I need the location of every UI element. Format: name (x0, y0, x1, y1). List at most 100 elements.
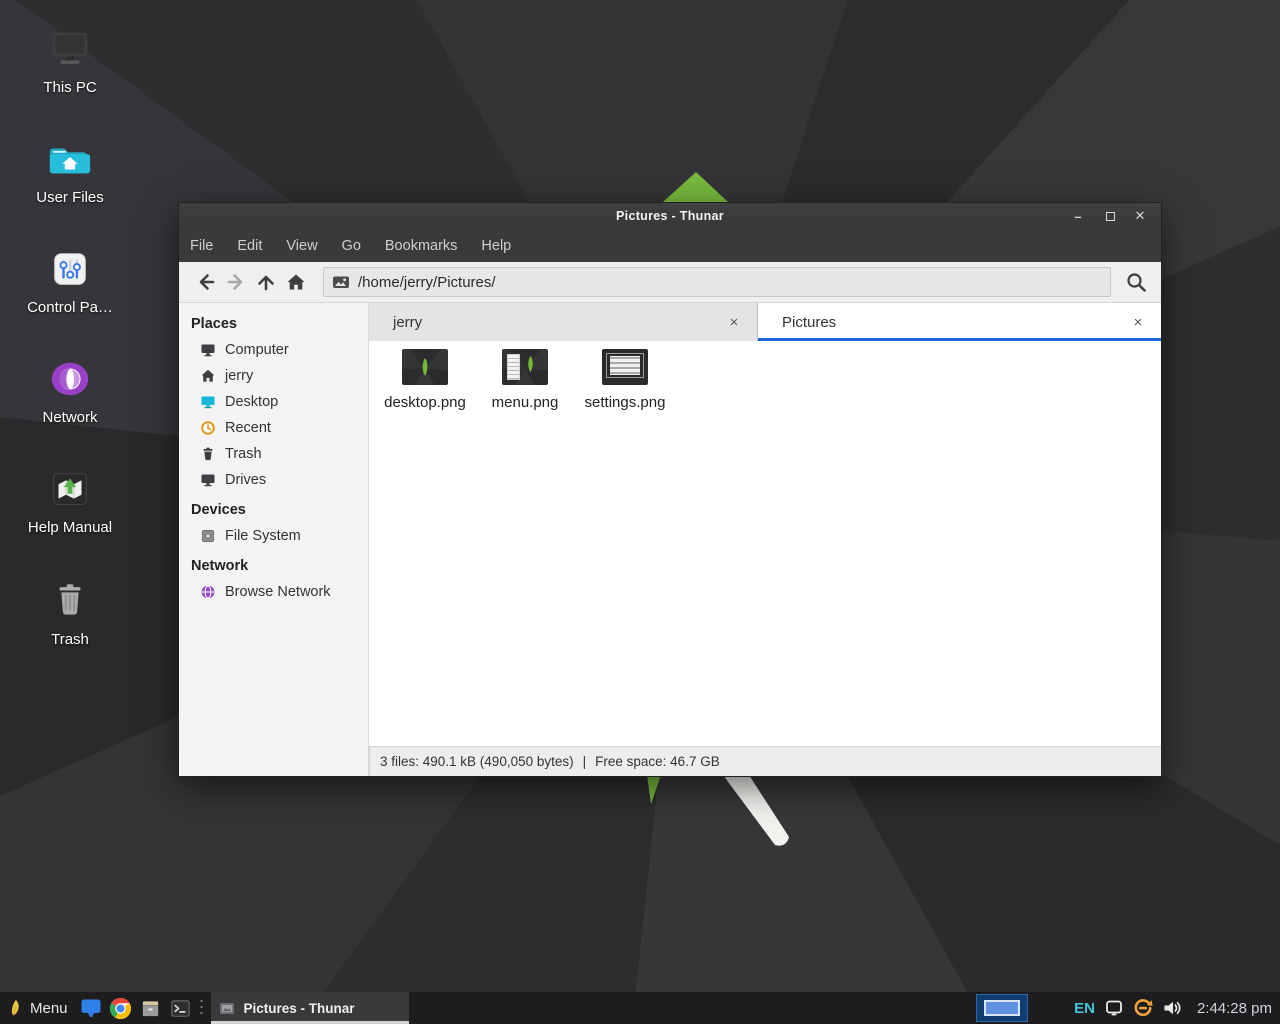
image-file-icon (332, 274, 350, 290)
image-thumbnail (402, 349, 448, 385)
search-icon (1124, 270, 1148, 294)
sidebar-item-jerry-home[interactable]: jerry (179, 363, 368, 389)
computer-icon (200, 342, 216, 358)
window-content: Places Computer jerry (179, 303, 1161, 776)
desktop-icon-trash[interactable]: Trash (0, 578, 140, 648)
trash-icon (200, 446, 216, 462)
trash-icon (47, 578, 93, 624)
status-separator: | (583, 754, 587, 769)
sidebar-item-trash[interactable]: Trash (179, 441, 368, 467)
desktop-icon-network[interactable]: Network (0, 356, 140, 426)
keyboard-layout-indicator[interactable]: EN (1074, 1000, 1095, 1017)
up-arrow-icon (255, 271, 277, 293)
thunar-window: Pictures - Thunar – ✕ File Edit View Go … (178, 202, 1162, 777)
sidebar-header-devices: Devices (179, 493, 368, 523)
settings-grid-art (606, 353, 644, 378)
taskbar-window-button[interactable]: Pictures - Thunar (211, 992, 409, 1024)
menu-view[interactable]: View (286, 238, 317, 254)
file-manager-launcher[interactable] (76, 992, 106, 1024)
file-item-settings-png[interactable]: settings.png (575, 349, 675, 411)
network-globe-icon (47, 356, 93, 402)
display-tray-icon[interactable] (1105, 999, 1124, 1017)
minimize-button[interactable]: – (1063, 203, 1093, 229)
active-workspace[interactable] (984, 1000, 1020, 1016)
desktop-icon-label: User Files (0, 189, 140, 206)
panel-separator-handle[interactable] (198, 998, 205, 1018)
sidebar-item-computer[interactable]: Computer (179, 337, 368, 363)
desktop-icon-this-pc[interactable]: This PC (0, 26, 140, 96)
clock[interactable]: 2:44:28 pm (1197, 1000, 1272, 1017)
menu-go[interactable]: Go (342, 238, 361, 254)
forward-arrow-icon (225, 271, 247, 293)
file-name: menu.png (475, 394, 575, 411)
path-bar[interactable]: /home/jerry/Pictures/ (323, 267, 1111, 297)
maximize-icon (1106, 212, 1115, 221)
file-item-menu-png[interactable]: menu.png (475, 349, 575, 411)
menu-edit[interactable]: Edit (237, 238, 262, 254)
search-button[interactable] (1121, 267, 1151, 297)
sidebar-item-label: Computer (225, 342, 289, 358)
sidebar-item-browse-network[interactable]: Browse Network (179, 579, 368, 605)
back-button[interactable] (191, 267, 221, 297)
menu-bookmarks[interactable]: Bookmarks (385, 238, 458, 254)
sidebar-header-network: Network (179, 549, 368, 579)
desktop-icon-label: Trash (0, 631, 140, 648)
sidebar-item-recent[interactable]: Recent (179, 415, 368, 441)
applications-menu-button[interactable]: Menu (0, 992, 76, 1024)
menubar: File Edit View Go Bookmarks Help (179, 229, 1161, 262)
display-icon (1105, 999, 1124, 1017)
menu-feather-icon (7, 998, 23, 1018)
menu-panel-art (507, 354, 520, 380)
desktop-icon-label: Help Manual (0, 519, 140, 536)
desktop-icon-control-panel[interactable]: Control Pa… (0, 246, 140, 316)
blue-files-icon (79, 997, 103, 1019)
help-manual-icon (47, 466, 93, 512)
file-view[interactable]: desktop.png menu.png settings.png (369, 341, 1161, 746)
desktop-icon-help-manual[interactable]: Help Manual (0, 466, 140, 536)
chrome-launcher[interactable] (106, 992, 136, 1024)
main-pane: jerry × Pictures × desktop.png (369, 303, 1161, 776)
tab-bar: jerry × Pictures × (369, 303, 1161, 341)
tab-jerry[interactable]: jerry × (369, 303, 758, 341)
system-tray: EN 2:44:28 pm (976, 994, 1280, 1022)
sidebar-item-desktop[interactable]: Desktop (179, 389, 368, 415)
window-titlebar[interactable]: Pictures - Thunar – ✕ (179, 203, 1161, 229)
close-button[interactable]: ✕ (1125, 203, 1155, 229)
sidebar-item-file-system[interactable]: File System (179, 523, 368, 549)
file-item-desktop-png[interactable]: desktop.png (375, 349, 475, 411)
file-name: desktop.png (375, 394, 475, 411)
desktop-icon (200, 394, 216, 410)
sidebar-item-label: Browse Network (225, 584, 331, 600)
file-name: settings.png (575, 394, 675, 411)
volume-icon[interactable] (1162, 998, 1183, 1018)
back-arrow-icon (195, 271, 217, 293)
sidebar-item-label: Trash (225, 446, 262, 462)
menu-help[interactable]: Help (481, 238, 511, 254)
toolbar: /home/jerry/Pictures/ (179, 262, 1161, 303)
update-manager-tray-icon[interactable] (1132, 997, 1154, 1019)
network-globe-icon (200, 584, 216, 600)
terminal-launcher[interactable] (166, 992, 196, 1024)
status-bar: 3 files: 490.1 kB (490,050 bytes) | Free… (369, 746, 1161, 776)
sidebar-item-label: Desktop (225, 394, 278, 410)
sidebar-header-places: Places (179, 307, 368, 337)
tab-pictures[interactable]: Pictures × (758, 303, 1161, 341)
sidebar-item-drives[interactable]: Drives (179, 467, 368, 493)
desktop-icon-user-files[interactable]: User Files (0, 136, 140, 206)
terminal-icon (169, 997, 192, 1020)
archive-launcher[interactable] (136, 992, 166, 1024)
home-folder-icon (47, 136, 93, 182)
forward-button[interactable] (221, 267, 251, 297)
maximize-button[interactable] (1095, 203, 1125, 229)
workspace-switcher[interactable] (976, 994, 1028, 1022)
home-button[interactable] (281, 267, 311, 297)
image-thumbnail (602, 349, 648, 385)
up-button[interactable] (251, 267, 281, 297)
recent-clock-icon (200, 420, 216, 436)
hard-drive-icon (200, 528, 216, 544)
desktop-icon-label: Control Pa… (0, 299, 140, 316)
menu-file[interactable]: File (190, 238, 213, 254)
tab-close-icon[interactable]: × (725, 314, 743, 331)
tab-close-icon[interactable]: × (1129, 314, 1147, 331)
image-thumbnail (502, 349, 548, 385)
